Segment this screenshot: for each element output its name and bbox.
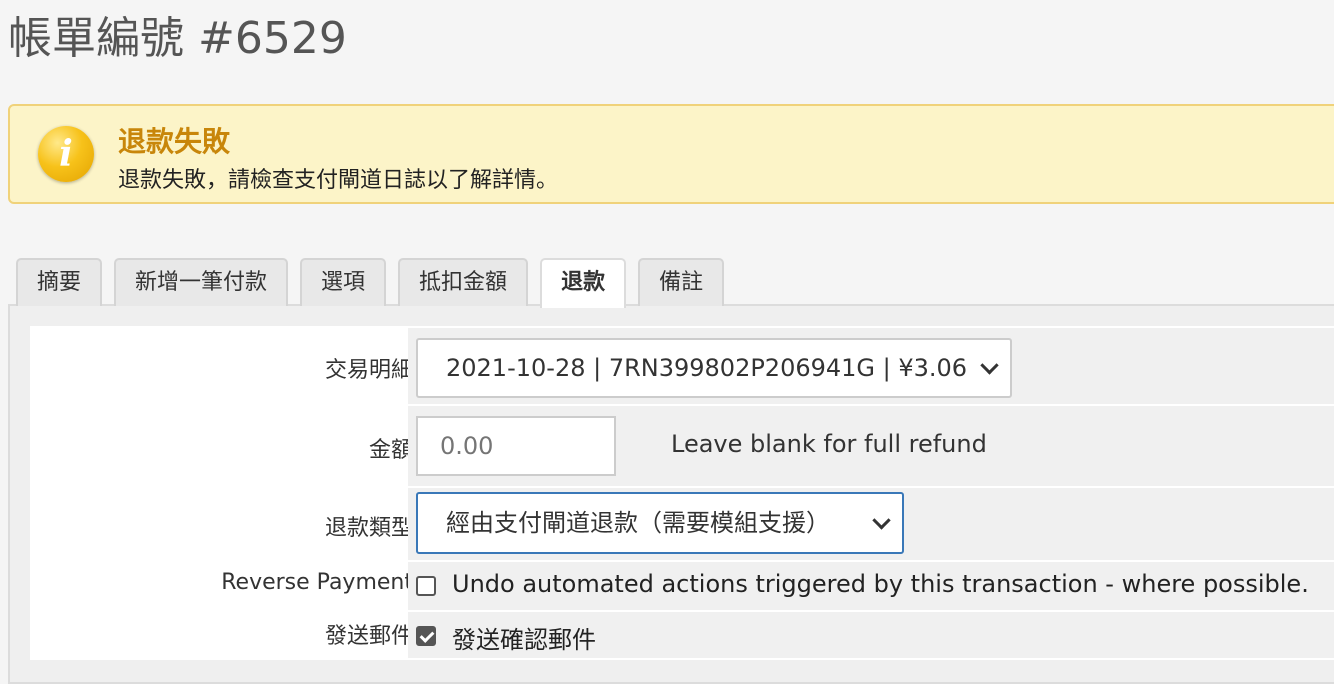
amount-row: 金額 Leave blank for full refund xyxy=(30,406,1334,486)
send-email-field-cell: 發送確認郵件 xyxy=(408,612,1334,658)
tab-add-payment[interactable]: 新增一筆付款 xyxy=(114,258,289,306)
amount-input[interactable] xyxy=(416,416,616,476)
transaction-label: 交易明細 xyxy=(324,358,413,383)
refund-type-select-value: 經由支付閘道退款（需要模組支援） xyxy=(446,509,830,537)
amount-hint: Leave blank for full refund xyxy=(671,430,987,458)
amount-label: 金額 xyxy=(368,438,413,463)
reverse-payment-field-cell: Undo automated actions triggered by this… xyxy=(408,562,1334,610)
chevron-down-icon xyxy=(980,356,999,375)
reverse-payment-checkbox[interactable] xyxy=(416,576,436,596)
info-icon: i xyxy=(38,126,94,182)
transaction-select[interactable]: 2021-10-28 | 7RN399802P206941G | ¥3.06 xyxy=(416,338,1012,398)
amount-field-cell: Leave blank for full refund xyxy=(408,406,1334,486)
tab-bar: 摘要 新增一筆付款 選項 抵扣金額 退款 備註 xyxy=(16,258,736,308)
reverse-payment-row: Reverse Payment Undo automated actions t… xyxy=(30,562,1334,610)
tab-options[interactable]: 選項 xyxy=(300,258,387,306)
alert-message: 退款失敗，請檢查支付閘道日誌以了解詳情。 xyxy=(118,168,559,193)
chevron-down-icon xyxy=(872,511,891,530)
refund-type-select[interactable]: 經由支付閘道退款（需要模組支援） xyxy=(416,492,904,554)
alert-title: 退款失敗 xyxy=(118,125,231,158)
tab-refund[interactable]: 退款 xyxy=(540,258,627,308)
send-email-checkbox[interactable] xyxy=(416,626,436,646)
tab-credit[interactable]: 抵扣金額 xyxy=(398,258,529,306)
send-email-text: 發送確認郵件 xyxy=(452,626,596,654)
page-title: 帳單編號 #6529 xyxy=(8,13,347,64)
transaction-field-cell: 2021-10-28 | 7RN399802P206941G | ¥3.06 xyxy=(408,328,1334,404)
refund-type-row: 退款類型 經由支付閘道退款（需要模組支援） xyxy=(30,488,1334,560)
transaction-row: 交易明細 2021-10-28 | 7RN399802P206941G | ¥3… xyxy=(30,328,1334,404)
send-email-label: 發送郵件 xyxy=(324,624,413,649)
reverse-payment-text: Undo automated actions triggered by this… xyxy=(452,570,1309,598)
refund-failed-alert: i 退款失敗 退款失敗，請檢查支付閘道日誌以了解詳情。 xyxy=(8,104,1334,204)
tab-notes[interactable]: 備註 xyxy=(638,258,725,306)
refund-type-label: 退款類型 xyxy=(324,516,413,541)
tab-summary[interactable]: 摘要 xyxy=(16,258,103,306)
transaction-select-value: 2021-10-28 | 7RN399802P206941G | ¥3.06 xyxy=(446,354,968,382)
send-email-row: 發送郵件 發送確認郵件 xyxy=(30,612,1334,658)
reverse-payment-label: Reverse Payment xyxy=(221,570,413,595)
refund-type-field-cell: 經由支付閘道退款（需要模組支援） xyxy=(408,488,1334,560)
